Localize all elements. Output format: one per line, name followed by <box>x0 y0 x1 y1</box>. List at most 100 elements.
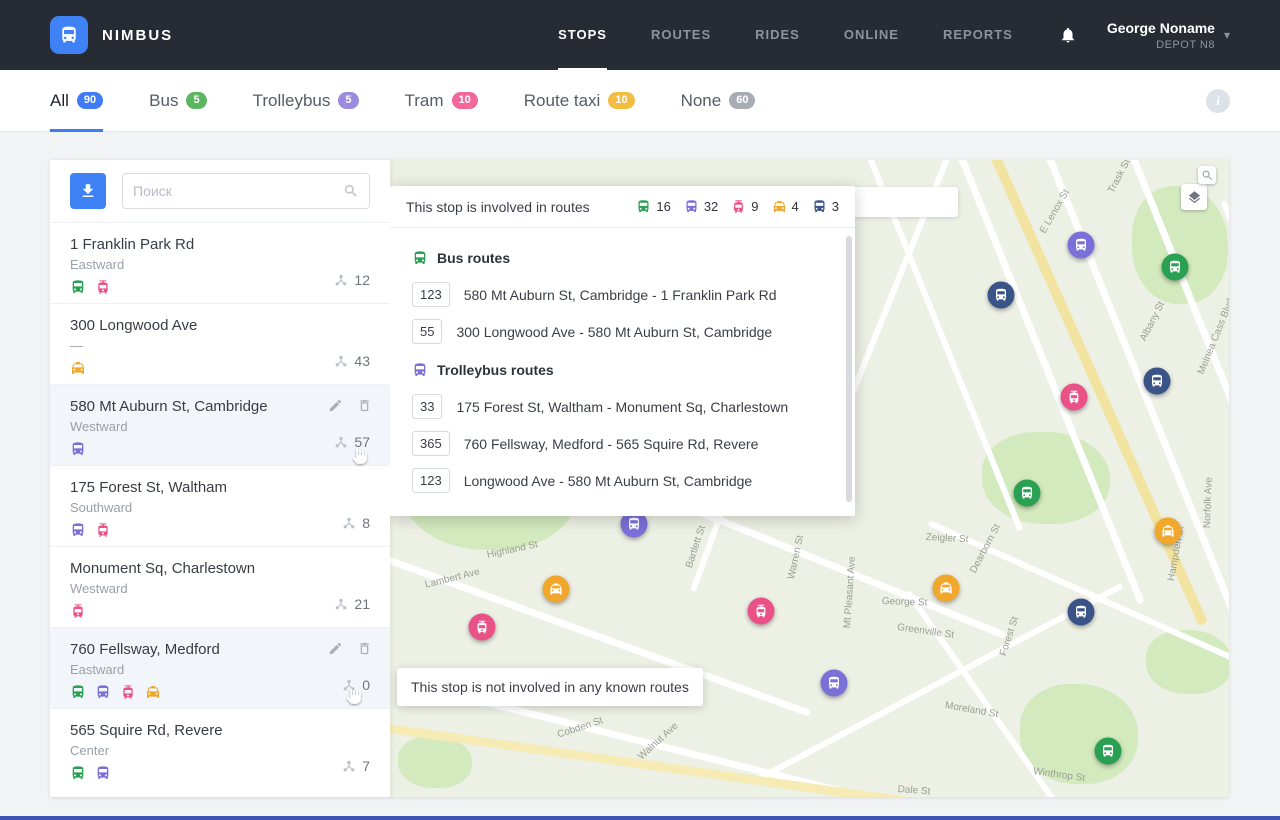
stop-routes-count[interactable]: 57 <box>334 434 370 450</box>
tram-icon <box>731 199 746 214</box>
stop-routes-count[interactable]: 43 <box>334 353 370 369</box>
map-marker-metro[interactable] <box>1144 368 1171 395</box>
info-button[interactable]: i <box>1206 89 1230 113</box>
stop-row-1-franklin-park-rd[interactable]: 1 Franklin Park RdEastward 12 <box>50 222 390 303</box>
street-label: Dale St <box>897 784 930 797</box>
trolleybus-icon <box>412 362 428 378</box>
stop-transit-types <box>70 279 370 295</box>
bus-icon <box>70 279 86 295</box>
map-marker-tram[interactable] <box>469 614 496 641</box>
stop-row-580-mt-auburn-st-cambridge[interactable]: 580 Mt Auburn St, CambridgeWestward 57 <box>50 384 390 465</box>
map-marker-trolleybus[interactable] <box>1068 232 1095 259</box>
popup-scrollbar[interactable] <box>846 236 852 502</box>
stop-direction: Southward <box>70 500 370 515</box>
tram-icon <box>1067 390 1082 405</box>
tab-route-taxi[interactable]: Route taxi10 <box>524 70 635 131</box>
delete-icon[interactable] <box>357 641 372 656</box>
edit-icon[interactable] <box>328 641 343 656</box>
map-marker-metro[interactable] <box>1068 599 1095 626</box>
search-box[interactable] <box>122 173 370 209</box>
map-marker-metro[interactable] <box>988 282 1015 309</box>
row-actions <box>328 398 372 413</box>
route-row[interactable]: 123580 Mt Auburn St, Cambridge - 1 Frank… <box>412 276 833 313</box>
map-marker-bus[interactable] <box>1095 738 1122 765</box>
tab-bus[interactable]: Bus 5 <box>149 70 206 131</box>
delete-icon[interactable] <box>357 398 372 413</box>
user-name: George Noname <box>1107 20 1215 36</box>
routes-icon <box>334 354 348 368</box>
nav-item-online[interactable]: ONLINE <box>844 0 899 70</box>
stop-routes-count[interactable]: 21 <box>334 596 370 612</box>
map-marker-tram[interactable] <box>748 598 775 625</box>
edit-icon[interactable] <box>328 398 343 413</box>
map[interactable]: This stop is involved in routes 1632943 … <box>390 160 1229 797</box>
type-filter-tabs: All90 Bus 5 Trolleybus5 Tram10 Route taxi10 No… <box>0 70 1280 132</box>
nav-item-stops[interactable]: STOPS <box>558 0 607 70</box>
search-input[interactable] <box>133 183 343 199</box>
route-row[interactable]: 55300 Longwood Ave - 580 Mt Auburn St, C… <box>412 313 833 350</box>
stop-direction: Center <box>70 743 370 758</box>
stop-row-565-squire-rd-revere[interactable]: 565 Squire Rd, RevereCenter 7 <box>50 708 390 789</box>
map-marker-taxi[interactable] <box>1155 518 1182 545</box>
stop-routes-count[interactable]: 8 <box>342 515 370 531</box>
popup-section-bus-routes: Bus routes <box>412 250 833 266</box>
map-marker-bus[interactable] <box>1162 254 1189 281</box>
bus-icon <box>1168 260 1183 275</box>
tab-all[interactable]: All90 <box>50 70 103 131</box>
stop-routes-count[interactable]: 12 <box>334 272 370 288</box>
popup-section-trolleybus-routes: Trolleybus routes <box>412 362 833 378</box>
map-layers-button[interactable] <box>1181 184 1207 210</box>
map-marker-taxi[interactable] <box>933 575 960 602</box>
download-button[interactable] <box>70 173 106 209</box>
tab-none[interactable]: None60 <box>681 70 756 131</box>
notifications-button[interactable] <box>1059 26 1077 44</box>
route-row[interactable]: 365760 Fellsway, Medford - 565 Squire Rd… <box>412 425 833 462</box>
nav-item-routes[interactable]: ROUTES <box>651 0 711 70</box>
tab-count-badge: 5 <box>186 92 206 109</box>
routes-count-value: 0 <box>362 677 370 693</box>
route-name: 760 Fellsway, Medford - 565 Squire Rd, R… <box>464 436 759 452</box>
stop-transit-types <box>70 603 370 619</box>
map-park-area <box>398 736 472 788</box>
tab-label: None <box>681 91 722 111</box>
taxi-icon <box>772 199 787 214</box>
count-value: 3 <box>832 199 839 214</box>
chevron-down-icon[interactable]: ▾ <box>1224 28 1230 42</box>
brand-name: NIMBUS <box>102 27 173 44</box>
stop-row-300-longwood-ave[interactable]: 300 Longwood Ave— 43 <box>50 303 390 384</box>
section-title: Trolleybus routes <box>437 362 554 378</box>
stop-direction: — <box>70 338 370 353</box>
map-marker-bus[interactable] <box>1014 480 1041 507</box>
tab-trolleybus[interactable]: Trolleybus5 <box>253 70 359 131</box>
tab-count-badge: 90 <box>77 92 103 109</box>
route-row[interactable]: 123Longwood Ave - 580 Mt Auburn St, Camb… <box>412 462 833 499</box>
map-marker-taxi[interactable] <box>543 576 570 603</box>
stop-row-760-fellsway-medford[interactable]: 760 Fellsway, MedfordEastward 0 <box>50 627 390 708</box>
routes-icon <box>342 678 356 692</box>
street-label: Norfolk Ave <box>1202 477 1215 528</box>
stop-name: 760 Fellsway, Medford <box>70 641 370 658</box>
stop-row-monument-sq-charlestown[interactable]: Monument Sq, CharlestownWestward 21 <box>50 546 390 627</box>
route-number: 55 <box>412 319 442 344</box>
routes-icon <box>342 759 356 773</box>
app-logo[interactable] <box>50 16 88 54</box>
taxi-icon <box>70 360 86 376</box>
trolleybus-icon <box>70 441 86 457</box>
routes-count-value: 8 <box>362 515 370 531</box>
stop-row-175-forest-st-waltham[interactable]: 175 Forest St, WalthamSouthward 8 <box>50 465 390 546</box>
top-navbar: NIMBUS STOPS ROUTES RIDES ONLINE REPORTS Geo… <box>0 0 1280 70</box>
user-menu[interactable]: George Noname DEPOT N8 <box>1107 20 1215 51</box>
route-row[interactable]: 33175 Forest St, Waltham - Monument Sq, … <box>412 388 833 425</box>
stop-routes-count[interactable]: 7 <box>342 758 370 774</box>
map-search-button[interactable] <box>1198 166 1216 184</box>
nav-item-reports[interactable]: REPORTS <box>943 0 1013 70</box>
tab-label: Bus <box>149 91 178 111</box>
street-label: George St <box>882 596 928 609</box>
stop-transit-types <box>70 360 370 376</box>
stop-routes-count[interactable]: 0 <box>342 677 370 693</box>
map-marker-tram[interactable] <box>1061 384 1088 411</box>
tab-tram[interactable]: Tram10 <box>405 70 478 131</box>
nav-item-rides[interactable]: RIDES <box>755 0 800 70</box>
map-marker-trolleybus[interactable] <box>821 670 848 697</box>
taxi-icon <box>549 582 564 597</box>
